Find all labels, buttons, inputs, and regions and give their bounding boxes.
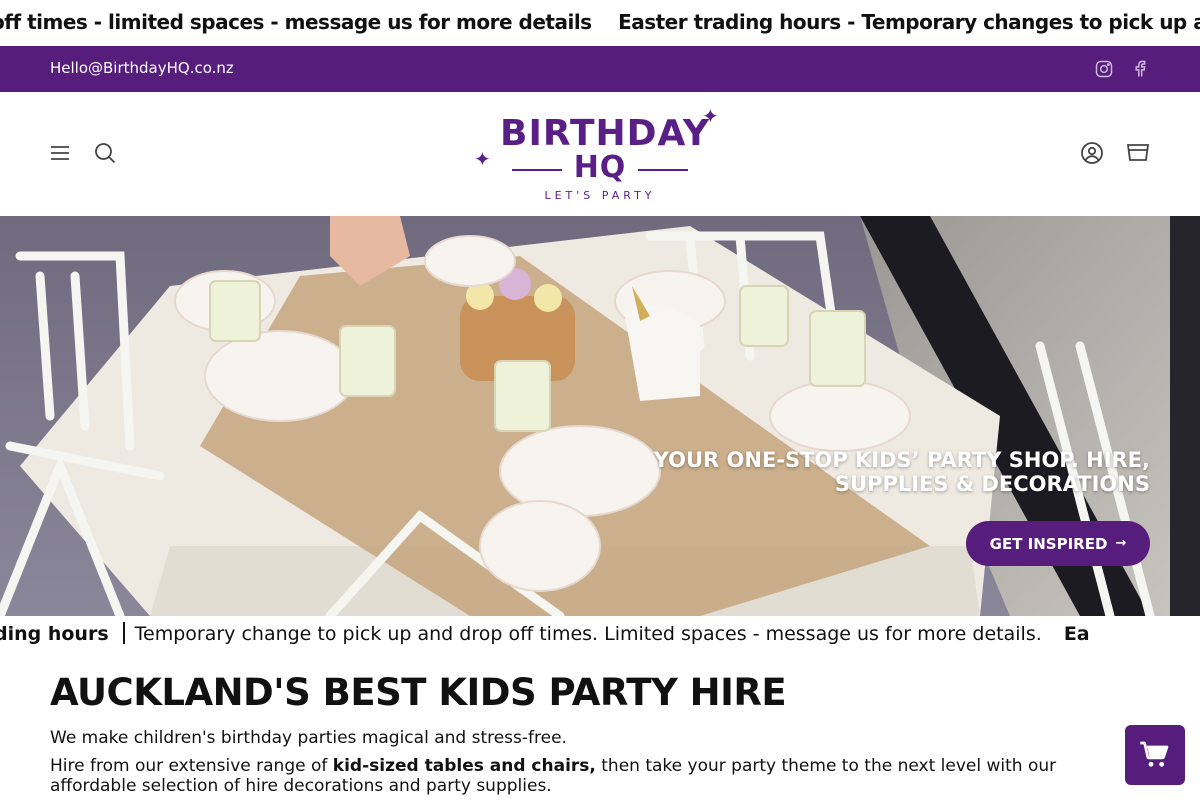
hire-text-line2: affordable selection of hire decorations… xyxy=(50,776,552,796)
facebook-icon[interactable] xyxy=(1129,58,1151,80)
hero-headline-line: YOUR ONE-STOP KIDS’ PARTY SHOP. HIRE, xyxy=(653,448,1150,472)
site-logo[interactable]: BIRTHDAY ✦ ✦ HQ LET'S PARTY xyxy=(470,104,730,208)
top-bar: Hello@BirthdayHQ.co.nz xyxy=(0,46,1200,92)
hire-text-link[interactable]: kid-sized tables and chairs, xyxy=(333,756,596,776)
hire-text-prefix: Hire from our extensive range of xyxy=(50,756,333,776)
logo-hq: HQ xyxy=(573,150,627,185)
announcement-track: ding hours Temporary change to pick up an… xyxy=(0,622,1090,645)
menu-icon[interactable] xyxy=(47,140,73,166)
logo-wordmark: BIRTHDAY xyxy=(500,113,710,154)
floating-cart-button[interactable] xyxy=(1125,725,1185,785)
announcement-message: Temporary change to pick up and drop off… xyxy=(134,623,1042,645)
logo-tagline: LET'S PARTY xyxy=(544,189,656,202)
hero-headline-line: SUPPLIES & DECORATIONS xyxy=(834,472,1150,496)
arrow-right-icon: → xyxy=(1115,536,1127,551)
sparkle-icon: ✦ xyxy=(702,104,719,128)
logo-divider xyxy=(638,169,688,171)
hero-banner: YOUR ONE-STOP KIDS’ PARTY SHOP. HIRE, SU… xyxy=(0,216,1200,616)
page-title: AUCKLAND'S BEST KIDS PARTY HIRE xyxy=(50,671,787,714)
hero-headline: YOUR ONE-STOP KIDS’ PARTY SHOP. HIRE, SU… xyxy=(590,448,1150,496)
announcement-marquee-top: off times - limited spaces - message us … xyxy=(0,0,1200,46)
announcement-fragment: Ea xyxy=(1063,623,1090,645)
announcement-track: off times - limited spaces - message us … xyxy=(0,10,1200,34)
search-icon[interactable] xyxy=(92,140,118,166)
announcement-message: Easter trading hours - Temporary changes… xyxy=(618,10,1200,34)
hire-text: Hire from our extensive range of kid-siz… xyxy=(50,756,1150,796)
announcement-message: off times - limited spaces - message us … xyxy=(0,10,592,34)
instagram-icon[interactable] xyxy=(1093,58,1115,80)
hire-text-suffix: then take your party theme to the next l… xyxy=(595,756,1057,776)
announcement-marquee-mid: ding hours Temporary change to pick up an… xyxy=(0,616,1200,654)
main-content: AUCKLAND'S BEST KIDS PARTY HIRE We make … xyxy=(50,668,1150,796)
get-inspired-label: GET INSPIRED xyxy=(989,534,1108,553)
email-link[interactable]: Hello@BirthdayHQ.co.nz xyxy=(50,59,234,77)
account-icon[interactable] xyxy=(1079,140,1105,166)
get-inspired-button[interactable]: GET INSPIRED → xyxy=(966,521,1150,566)
intro-text: We make children's birthday parties magi… xyxy=(50,728,567,748)
divider xyxy=(122,622,125,644)
cart-icon[interactable] xyxy=(1125,140,1151,166)
site-header: BIRTHDAY ✦ ✦ HQ LET'S PARTY xyxy=(0,92,1200,216)
shopping-cart-icon xyxy=(1140,741,1169,767)
announcement-fragment: ding hours xyxy=(0,623,109,645)
